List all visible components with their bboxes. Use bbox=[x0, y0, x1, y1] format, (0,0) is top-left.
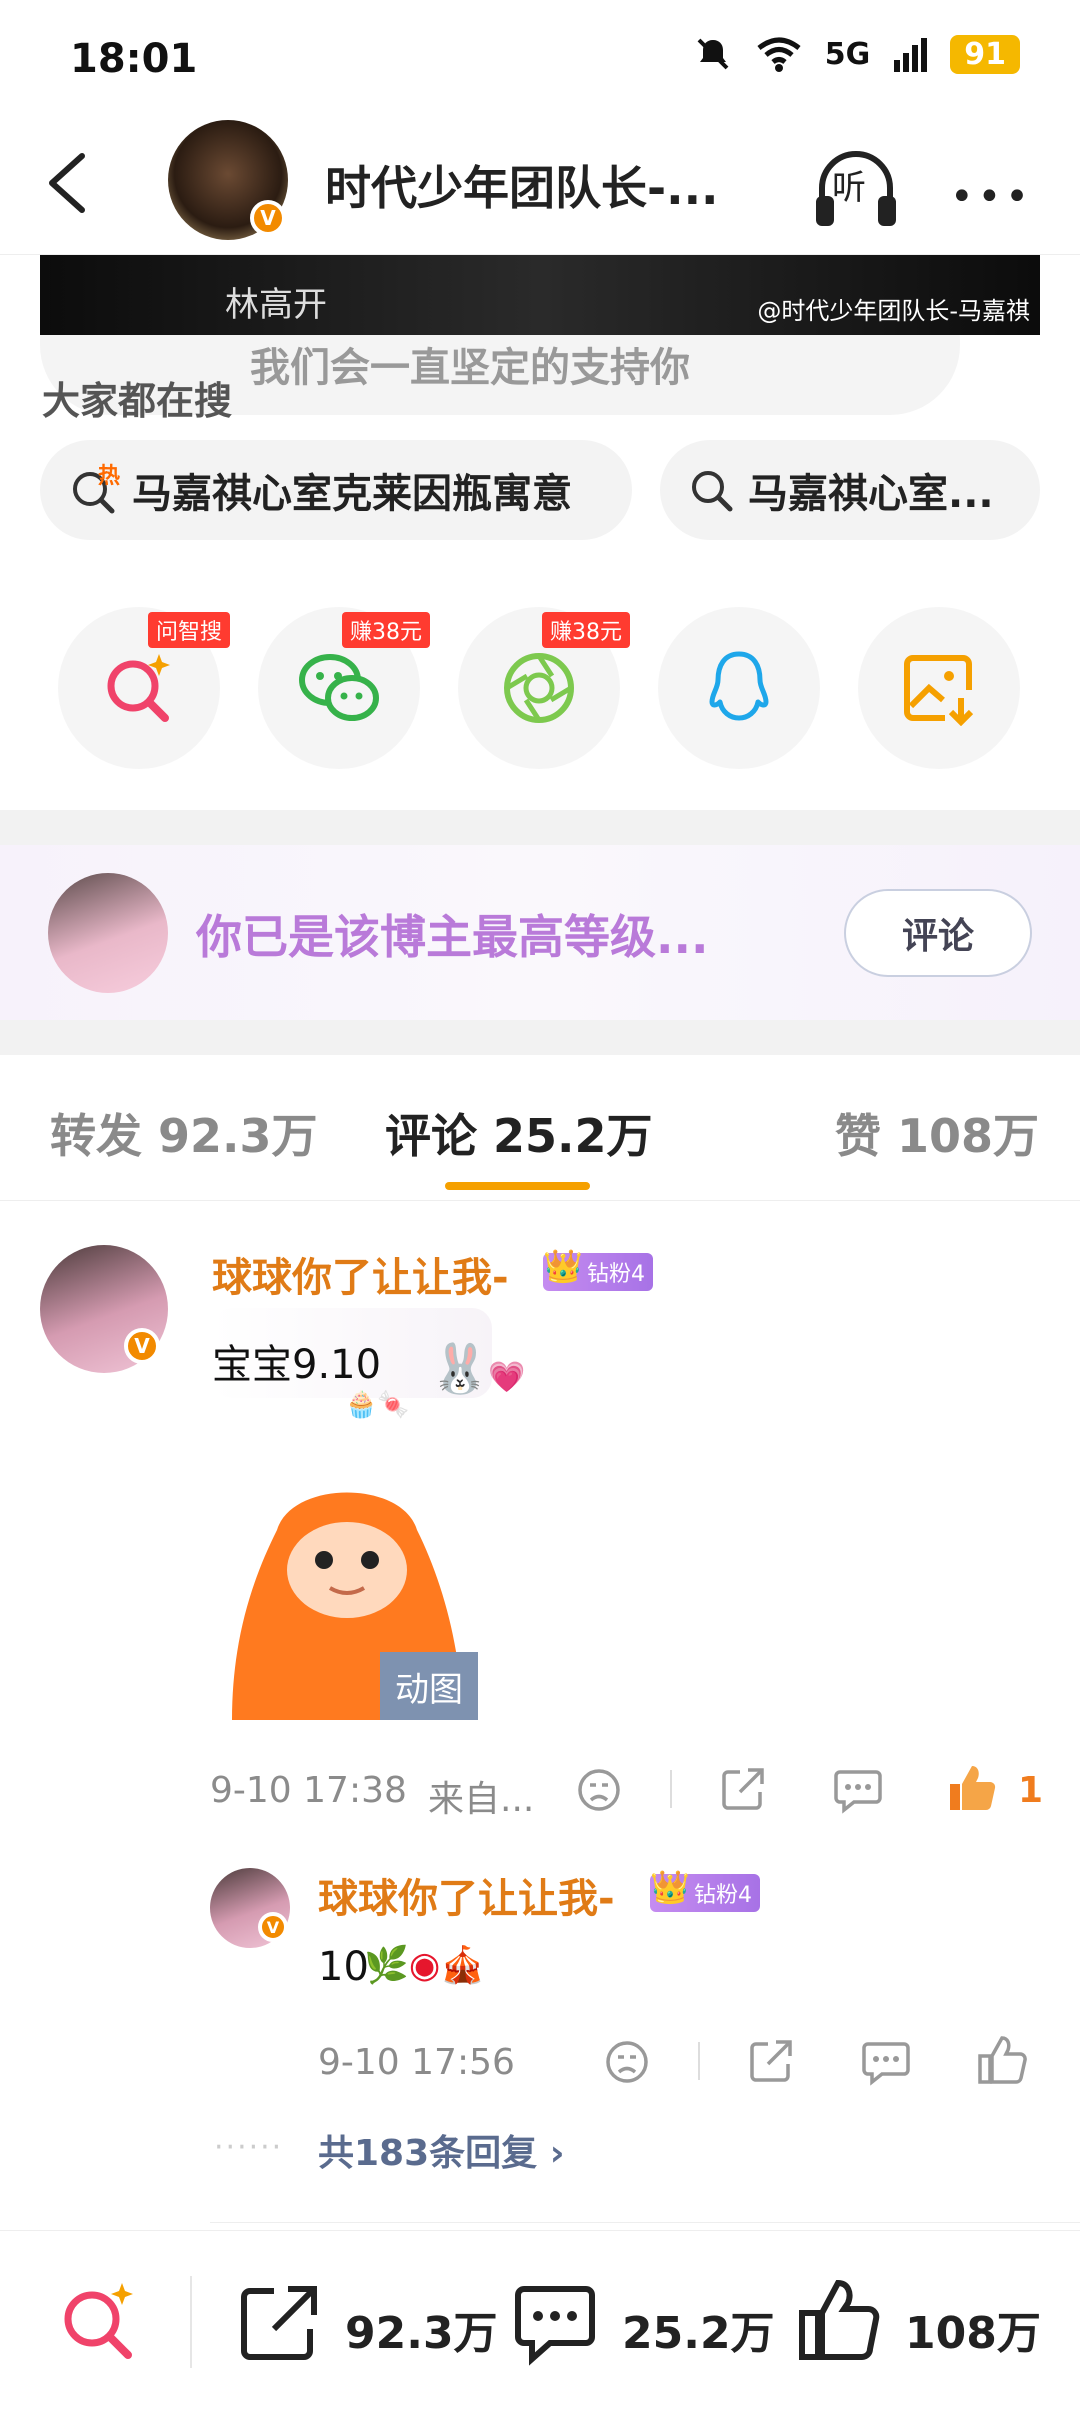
faded-comment-text: 我们会一直坚定的支持你 bbox=[250, 345, 690, 391]
repost-icon[interactable] bbox=[236, 2281, 322, 2367]
chevron-right-icon: › bbox=[549, 2133, 565, 2174]
video-banner[interactable]: @时代少年团队长-马嘉祺 林高开 bbox=[40, 255, 1040, 335]
fan-level-card: 你已是该博主最高等级... 评论 bbox=[0, 845, 1080, 1020]
hot-search-chip-1[interactable]: 热 马嘉祺心室克莱因瓶寓意 bbox=[40, 440, 632, 540]
bunny-sticker-icon: 🐰 bbox=[430, 1341, 490, 1397]
reply-text: 10 bbox=[318, 1944, 369, 1990]
comment-time: 9-10 17:38 bbox=[210, 1770, 407, 1811]
battery-indicator: 91 bbox=[950, 34, 1020, 74]
chip-label: 马嘉祺心室... bbox=[748, 471, 994, 517]
hot-search-chip-2[interactable]: 马嘉祺心室... bbox=[660, 440, 1040, 540]
fan-badge: 👑 钻粉4 bbox=[650, 1868, 760, 1912]
hot-tag: 热 bbox=[98, 464, 121, 489]
share-icon[interactable] bbox=[718, 1764, 768, 1814]
top-nav: V 时代少年团队长-... 听 ••• bbox=[0, 120, 1080, 255]
like-icon[interactable] bbox=[946, 1762, 998, 1814]
crown-icon: 👑 bbox=[650, 1868, 690, 1906]
dislike-face-icon[interactable] bbox=[575, 1766, 623, 1814]
more-options-icon[interactable]: ••• bbox=[950, 174, 1033, 220]
action-separator bbox=[698, 2042, 700, 2080]
heart-sticker-icon: 💗 bbox=[488, 1360, 526, 1395]
ai-search-icon bbox=[107, 654, 170, 722]
page-title[interactable]: 时代少年团队长-... bbox=[325, 152, 719, 218]
signal-icon bbox=[894, 38, 928, 72]
section-divider bbox=[0, 1020, 1080, 1055]
chip-label: 马嘉祺心室克莱因瓶寓意 bbox=[132, 471, 572, 517]
share-tag: 赚38元 bbox=[542, 612, 630, 648]
reply-icon[interactable] bbox=[832, 1766, 884, 1814]
share-tag: 问智搜 bbox=[148, 612, 231, 648]
status-icons: 5G 91 bbox=[693, 34, 1020, 74]
reply-icon[interactable] bbox=[860, 2038, 912, 2086]
like-count: 1 bbox=[1018, 1770, 1044, 1811]
verified-badge-icon: V bbox=[124, 1328, 160, 1364]
wifi-icon bbox=[757, 37, 801, 72]
action-separator bbox=[670, 1770, 672, 1808]
ai-search-icon[interactable] bbox=[56, 2277, 142, 2363]
dislike-face-icon[interactable] bbox=[603, 2038, 651, 2086]
bottom-action-bar: 92.3万 25.2万 108万 bbox=[0, 2230, 1080, 2412]
fan-badge-label: 钻粉4 bbox=[694, 1883, 752, 1908]
commenter-name[interactable]: 球球你了让让我- bbox=[212, 1245, 509, 1303]
moments-icon bbox=[504, 653, 574, 723]
banner-name: 林高开 bbox=[225, 285, 327, 325]
comment-source: 来自... bbox=[428, 1779, 535, 1820]
search-icon bbox=[692, 471, 733, 512]
comment-text: 宝宝9.10 bbox=[212, 1342, 382, 1388]
share-save-image-button[interactable] bbox=[858, 607, 1020, 769]
reply-user-name[interactable]: 球球你了让让我- bbox=[318, 1866, 615, 1924]
sweets-sticker-icon: 🧁🍬 bbox=[345, 1390, 410, 1420]
wechat-icon bbox=[299, 654, 379, 721]
share-icon[interactable] bbox=[746, 2036, 796, 2086]
crown-icon: 👑 bbox=[543, 1247, 583, 1285]
reply-time: 9-10 17:56 bbox=[318, 2042, 515, 2083]
user-avatar[interactable] bbox=[48, 873, 168, 993]
like-icon[interactable] bbox=[796, 2277, 882, 2363]
like-icon[interactable] bbox=[976, 2034, 1028, 2086]
bottom-separator bbox=[190, 2276, 192, 2368]
section-divider bbox=[0, 810, 1080, 845]
back-arrow-icon[interactable] bbox=[40, 148, 100, 218]
comment-divider bbox=[210, 2222, 1080, 2223]
hot-search-label: 大家都在搜 bbox=[42, 379, 233, 423]
network-label: 5G bbox=[824, 36, 871, 72]
view-more-replies-link[interactable]: 共183条回复 › bbox=[318, 2124, 565, 2176]
comment-count[interactable]: 25.2万 bbox=[622, 2297, 775, 2361]
reply-emoji-icons: 🌿◉🎪 bbox=[364, 1945, 486, 1986]
comment-icon[interactable] bbox=[512, 2281, 598, 2367]
tabs-border bbox=[0, 1200, 1080, 1201]
tab-likes[interactable]: 赞 108万 bbox=[835, 1100, 1039, 1166]
listen-label: 听 bbox=[832, 168, 866, 208]
qq-icon bbox=[709, 651, 769, 721]
mute-bell-icon bbox=[697, 38, 729, 70]
verified-badge-icon: V bbox=[250, 200, 286, 236]
save-image-icon bbox=[904, 655, 974, 726]
active-tab-indicator bbox=[445, 1182, 590, 1190]
status-time: 18:01 bbox=[70, 36, 198, 82]
banner-watermark: @时代少年团队长-马嘉祺 bbox=[757, 297, 1030, 325]
like-count-bottom[interactable]: 108万 bbox=[905, 2297, 1041, 2361]
tab-comments[interactable]: 评论 25.2万 bbox=[385, 1100, 653, 1166]
thread-dots: ······ bbox=[214, 2130, 284, 2165]
share-tag: 赚38元 bbox=[342, 612, 430, 648]
tab-reposts[interactable]: 转发 92.3万 bbox=[50, 1100, 318, 1166]
more-replies-label: 共183条回复 bbox=[318, 2133, 538, 2174]
verified-badge-icon: V bbox=[258, 1912, 288, 1942]
fan-level-text: 你已是该博主最高等级... bbox=[196, 910, 709, 964]
status-bar: 18:01 5G 91 bbox=[0, 0, 1080, 120]
repost-count[interactable]: 92.3万 bbox=[345, 2297, 498, 2361]
share-qq-button[interactable] bbox=[658, 607, 820, 769]
gif-label: 动图 bbox=[380, 1652, 478, 1720]
comment-button[interactable]: 评论 bbox=[844, 889, 1032, 977]
fan-badge-label: 钻粉4 bbox=[587, 1262, 645, 1287]
fan-badge: 👑 钻粉4 bbox=[543, 1247, 653, 1291]
